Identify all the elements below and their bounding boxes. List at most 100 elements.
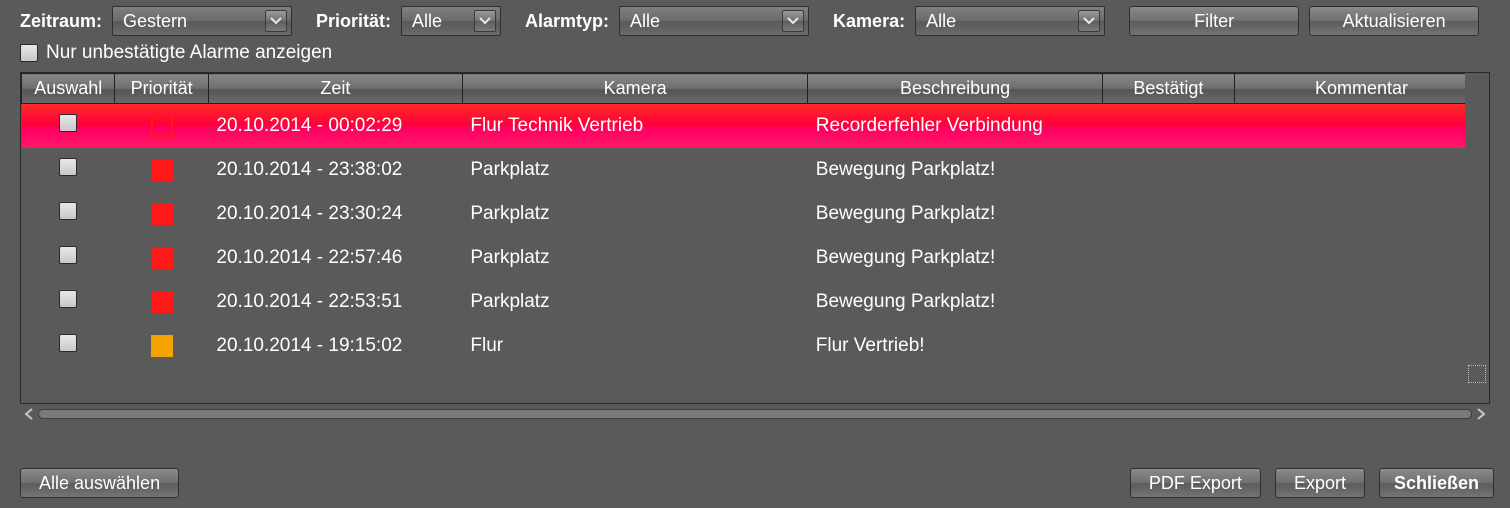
row-checkbox[interactable]: [59, 334, 77, 352]
export-button[interactable]: Export: [1275, 468, 1365, 498]
zeitraum-label: Zeitraum:: [20, 11, 102, 32]
priority-indicator-icon: [151, 203, 173, 225]
table-row[interactable]: 20.10.2014 - 22:57:46ParkplatzBewegung P…: [22, 236, 1489, 280]
cell-auswahl: [22, 236, 115, 280]
chevron-down-icon: [1078, 10, 1100, 32]
cell-bestaetigt: [1102, 148, 1234, 192]
chevron-down-icon: [265, 10, 287, 32]
table-row[interactable]: 20.10.2014 - 22:53:51ParkplatzBewegung P…: [22, 280, 1489, 324]
cell-kommentar: [1234, 280, 1488, 324]
cell-bestaetigt: [1102, 236, 1234, 280]
col-prioritaet[interactable]: Priorität: [115, 74, 208, 104]
cell-auswahl: [22, 324, 115, 368]
priority-indicator-icon: [151, 291, 173, 313]
table-row[interactable]: 20.10.2014 - 00:02:29Flur Technik Vertri…: [22, 104, 1489, 149]
priority-indicator-icon: [151, 115, 173, 137]
cell-kamera: Parkplatz: [462, 280, 807, 324]
cell-kamera: Parkplatz: [462, 192, 807, 236]
col-beschreibung[interactable]: Beschreibung: [808, 74, 1103, 104]
select-all-label: Alle auswählen: [39, 473, 160, 494]
col-auswahl[interactable]: Auswahl: [22, 74, 115, 104]
prioritaet-label: Priorität:: [316, 11, 391, 32]
footer-bar: Alle auswählen PDF Export Export Schließ…: [0, 458, 1510, 508]
row-checkbox[interactable]: [59, 114, 77, 132]
cell-kamera: Flur: [462, 324, 807, 368]
filter-button[interactable]: Filter: [1129, 6, 1299, 36]
scroll-left-icon: [20, 405, 38, 423]
cell-prioritaet: [115, 148, 208, 192]
cell-prioritaet: [115, 324, 208, 368]
alarmtyp-select[interactable]: Alle: [619, 6, 809, 36]
row-checkbox[interactable]: [59, 246, 77, 264]
cell-prioritaet: [115, 280, 208, 324]
filter-bar: Zeitraum: Gestern Priorität: Alle Alarmt…: [0, 0, 1510, 40]
chevron-down-icon: [782, 10, 804, 32]
kamera-label: Kamera:: [833, 11, 905, 32]
table-row[interactable]: 20.10.2014 - 23:30:24ParkplatzBewegung P…: [22, 192, 1489, 236]
cell-auswahl: [22, 280, 115, 324]
pdf-export-label: PDF Export: [1149, 473, 1242, 494]
cell-kommentar: [1234, 104, 1488, 149]
cell-kommentar: [1234, 324, 1488, 368]
row-checkbox[interactable]: [59, 290, 77, 308]
zeitraum-value: Gestern: [123, 11, 187, 32]
cell-beschreibung: Bewegung Parkplatz!: [808, 192, 1103, 236]
close-label: Schließen: [1394, 473, 1479, 494]
cell-kommentar: [1234, 148, 1488, 192]
scroll-handle-icon: [1468, 365, 1486, 383]
table-row[interactable]: 20.10.2014 - 19:15:02FlurFlur Vertrieb!: [22, 324, 1489, 368]
cell-beschreibung: Flur Vertrieb!: [808, 324, 1103, 368]
cell-bestaetigt: [1102, 324, 1234, 368]
col-kommentar[interactable]: Kommentar: [1234, 74, 1488, 104]
table-row[interactable]: 20.10.2014 - 23:38:02ParkplatzBewegung P…: [22, 148, 1489, 192]
kamera-select[interactable]: Alle: [915, 6, 1105, 36]
cell-beschreibung: Bewegung Parkplatz!: [808, 148, 1103, 192]
alarm-table-wrap: Auswahl Priorität Zeit Kamera Beschreibu…: [20, 72, 1490, 404]
only-unconfirmed-checkbox[interactable]: [20, 44, 38, 62]
cell-auswahl: [22, 192, 115, 236]
priority-indicator-icon: [151, 335, 173, 357]
chevron-down-icon: [474, 10, 496, 32]
vertical-scrollbar[interactable]: [1465, 73, 1489, 385]
prioritaet-select[interactable]: Alle: [401, 6, 501, 36]
cell-kamera: Parkplatz: [462, 236, 807, 280]
cell-beschreibung: Bewegung Parkplatz!: [808, 280, 1103, 324]
cell-bestaetigt: [1102, 192, 1234, 236]
cell-zeit: 20.10.2014 - 22:57:46: [208, 236, 462, 280]
table-header: Auswahl Priorität Zeit Kamera Beschreibu…: [22, 74, 1489, 104]
cell-kamera: Flur Technik Vertrieb: [462, 104, 807, 149]
prioritaet-value: Alle: [412, 11, 442, 32]
alarmtyp-label: Alarmtyp:: [525, 11, 609, 32]
export-label: Export: [1294, 473, 1346, 494]
cell-prioritaet: [115, 104, 208, 149]
col-kamera[interactable]: Kamera: [462, 74, 807, 104]
priority-indicator-icon: [151, 159, 173, 181]
select-all-button[interactable]: Alle auswählen: [20, 468, 179, 498]
alarmtyp-value: Alle: [630, 11, 660, 32]
cell-zeit: 20.10.2014 - 22:53:51: [208, 280, 462, 324]
alarm-table: Auswahl Priorität Zeit Kamera Beschreibu…: [21, 73, 1489, 368]
priority-indicator-icon: [151, 247, 173, 269]
zeitraum-select[interactable]: Gestern: [112, 6, 292, 36]
cell-prioritaet: [115, 236, 208, 280]
row-checkbox[interactable]: [59, 158, 77, 176]
refresh-button[interactable]: Aktualisieren: [1309, 6, 1479, 36]
kamera-value: Alle: [926, 11, 956, 32]
horizontal-scrollbar[interactable]: [20, 404, 1490, 424]
col-zeit[interactable]: Zeit: [208, 74, 462, 104]
cell-kommentar: [1234, 236, 1488, 280]
col-bestaetigt[interactable]: Bestätigt: [1102, 74, 1234, 104]
close-button[interactable]: Schließen: [1379, 468, 1494, 498]
cell-bestaetigt: [1102, 104, 1234, 149]
cell-zeit: 20.10.2014 - 00:02:29: [208, 104, 462, 149]
scroll-track[interactable]: [38, 409, 1472, 419]
pdf-export-button[interactable]: PDF Export: [1130, 468, 1261, 498]
only-unconfirmed-row: Nur unbestätigte Alarme anzeigen: [0, 40, 1510, 72]
refresh-button-label: Aktualisieren: [1343, 11, 1446, 32]
row-checkbox[interactable]: [59, 202, 77, 220]
cell-zeit: 20.10.2014 - 23:38:02: [208, 148, 462, 192]
only-unconfirmed-label: Nur unbestätigte Alarme anzeigen: [46, 42, 332, 64]
cell-prioritaet: [115, 192, 208, 236]
cell-bestaetigt: [1102, 280, 1234, 324]
cell-auswahl: [22, 104, 115, 149]
